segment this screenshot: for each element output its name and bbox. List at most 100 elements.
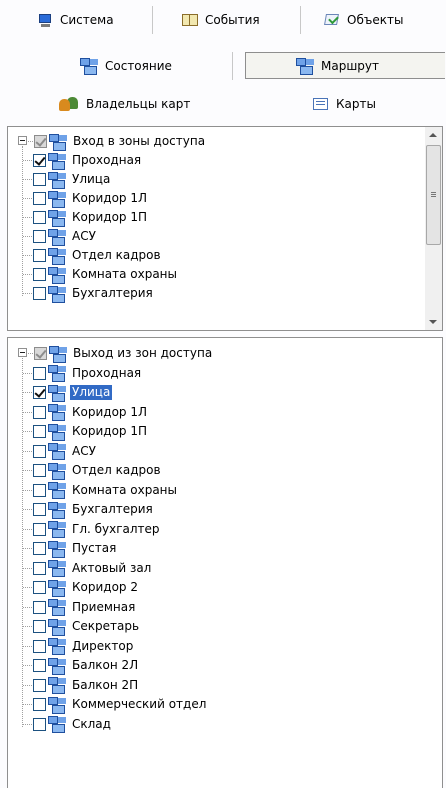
zone-checkbox[interactable] [33,581,46,594]
tab-state[interactable]: Состояние [0,52,232,79]
tree-item[interactable]: АСУ [8,228,408,246]
tree-connector [23,236,32,237]
tree-item-label: Комната охраны [72,482,178,497]
tree-item-label: Гл. бухгалтер [72,521,160,536]
tree-item[interactable]: Проходная [8,365,408,382]
tree-item[interactable]: Коридор 1П [8,209,408,227]
scroll-up-arrow[interactable] [425,127,442,144]
scroll-thumb[interactable] [426,145,441,245]
tree-item[interactable]: Актовый зал [8,560,408,577]
zone-checkbox[interactable] [33,698,46,711]
collapse-toggle-icon[interactable] [18,136,27,145]
tree-item[interactable]: Балкон 2Л [8,657,408,675]
tree-item-label: Склад [72,716,111,731]
zone-checkbox[interactable] [33,444,46,458]
tab-row-secondary: Состояние Маршрут [0,51,446,80]
tree-root-row[interactable]: Выход из зон доступа [8,345,408,363]
tree-connector [23,470,32,471]
tree-item-label: Коридор 1П [72,424,148,438]
zone-icon [48,285,67,303]
tree-item[interactable]: Директор [8,638,408,655]
tree-connector [23,684,32,686]
tree-item-label: Отдел кадров [72,248,161,262]
tree-item-label: Приемная [72,599,136,614]
tree-item[interactable]: Балкон 2П [8,677,408,694]
tree-item-label: Улица [70,385,113,400]
zone-checkbox[interactable] [33,405,46,419]
tree-item-label: Балкон 2Л [72,658,139,672]
tree-item[interactable]: Коридор 1П [8,423,408,441]
tree-item[interactable]: Комната охраны [8,482,408,499]
zone-checkbox[interactable] [33,464,46,477]
zone-checkbox[interactable] [33,717,46,731]
tree-item[interactable]: Бухгалтерия [8,501,408,519]
scroll-down-arrow[interactable] [425,313,442,330]
tab-events[interactable]: События [153,4,300,36]
zone-checkbox[interactable] [33,542,46,555]
tree-item[interactable]: Отдел кадров [8,462,408,480]
root-checkbox[interactable] [34,135,47,148]
tab-objects[interactable]: Объекты [301,4,441,36]
zone-checkbox[interactable] [33,230,46,243]
zone-checkbox[interactable] [33,659,46,672]
zone-checkbox[interactable] [33,249,46,262]
zone-checkbox[interactable] [33,503,46,516]
tree-root-row[interactable]: Вход в зоны доступа [8,133,408,151]
zone-checkbox[interactable] [33,287,46,300]
tab-system-label: Система [60,13,114,27]
tree-item[interactable]: Коридор 1Л [8,190,408,208]
zone-checkbox[interactable] [33,192,46,205]
zone-checkbox[interactable] [33,173,46,186]
entry-tree-scrollbar[interactable] [425,127,442,330]
zone-icon [48,540,67,558]
exit-zones-tree[interactable]: Выход из зон доступа Проходная Улица Коридо… [7,337,443,788]
tree-item[interactable]: Приемная [8,599,408,616]
zone-checkbox[interactable] [33,600,46,614]
tree-item[interactable]: Коридор 2 [8,579,408,597]
tree-item[interactable]: Проходная [8,152,408,170]
zone-icon [48,482,67,499]
zone-checkbox[interactable] [33,425,46,438]
tree-connector [23,293,32,294]
entry-zones-tree[interactable]: Вход в зоны доступа Проходная Улица Коридор… [7,126,443,331]
collapse-toggle-icon[interactable] [18,348,27,357]
tab-cards[interactable]: Карты [300,90,440,118]
tree-item[interactable]: Отдел кадров [8,247,408,265]
zone-checkbox[interactable] [33,639,46,653]
zone-icon [48,599,67,616]
zone-icon [48,228,67,246]
zone-checkbox[interactable] [33,620,46,633]
tree-item[interactable]: Бухгалтерия [8,285,408,303]
zone-checkbox[interactable] [33,483,46,497]
tree-item[interactable]: Пустая [8,540,408,558]
tree-item[interactable]: Склад [8,716,408,733]
tree-item[interactable]: Комната охраны [8,266,408,284]
tree-item[interactable]: АСУ [8,443,408,460]
tree-item[interactable]: Коридор 1Л [8,404,408,421]
zone-checkbox[interactable] [33,678,46,692]
tree-connector [23,528,32,530]
zone-checkbox[interactable] [33,561,46,575]
zone-icon [48,266,67,284]
tree-item[interactable]: Улица [8,384,408,402]
zone-checkbox[interactable] [33,386,46,399]
tree-item-label: Улица [72,172,111,186]
zone-checkbox[interactable] [33,268,46,281]
tab-route[interactable]: Маршрут [245,52,445,79]
zone-checkbox[interactable] [33,366,46,380]
tree-connector [23,160,32,161]
tree-item[interactable]: Гл. бухгалтер [8,521,408,538]
tree-item[interactable]: Секретарь [8,618,408,636]
zone-checkbox[interactable] [33,522,46,536]
zone-checkbox[interactable] [33,154,46,167]
tab-card-owners[interactable]: Владельцы карт [0,90,300,118]
card-icon [312,96,330,112]
tree-item[interactable]: Улица [8,171,408,189]
tree-connector [23,548,32,549]
root-checkbox[interactable] [34,347,47,360]
tab-system[interactable]: Система [0,4,152,36]
tab-cards-label: Карты [336,97,376,111]
tree-item[interactable]: Коммерческий отдел [8,696,408,714]
tree-item-label: Бухгалтерия [72,286,153,300]
zone-checkbox[interactable] [33,211,46,224]
